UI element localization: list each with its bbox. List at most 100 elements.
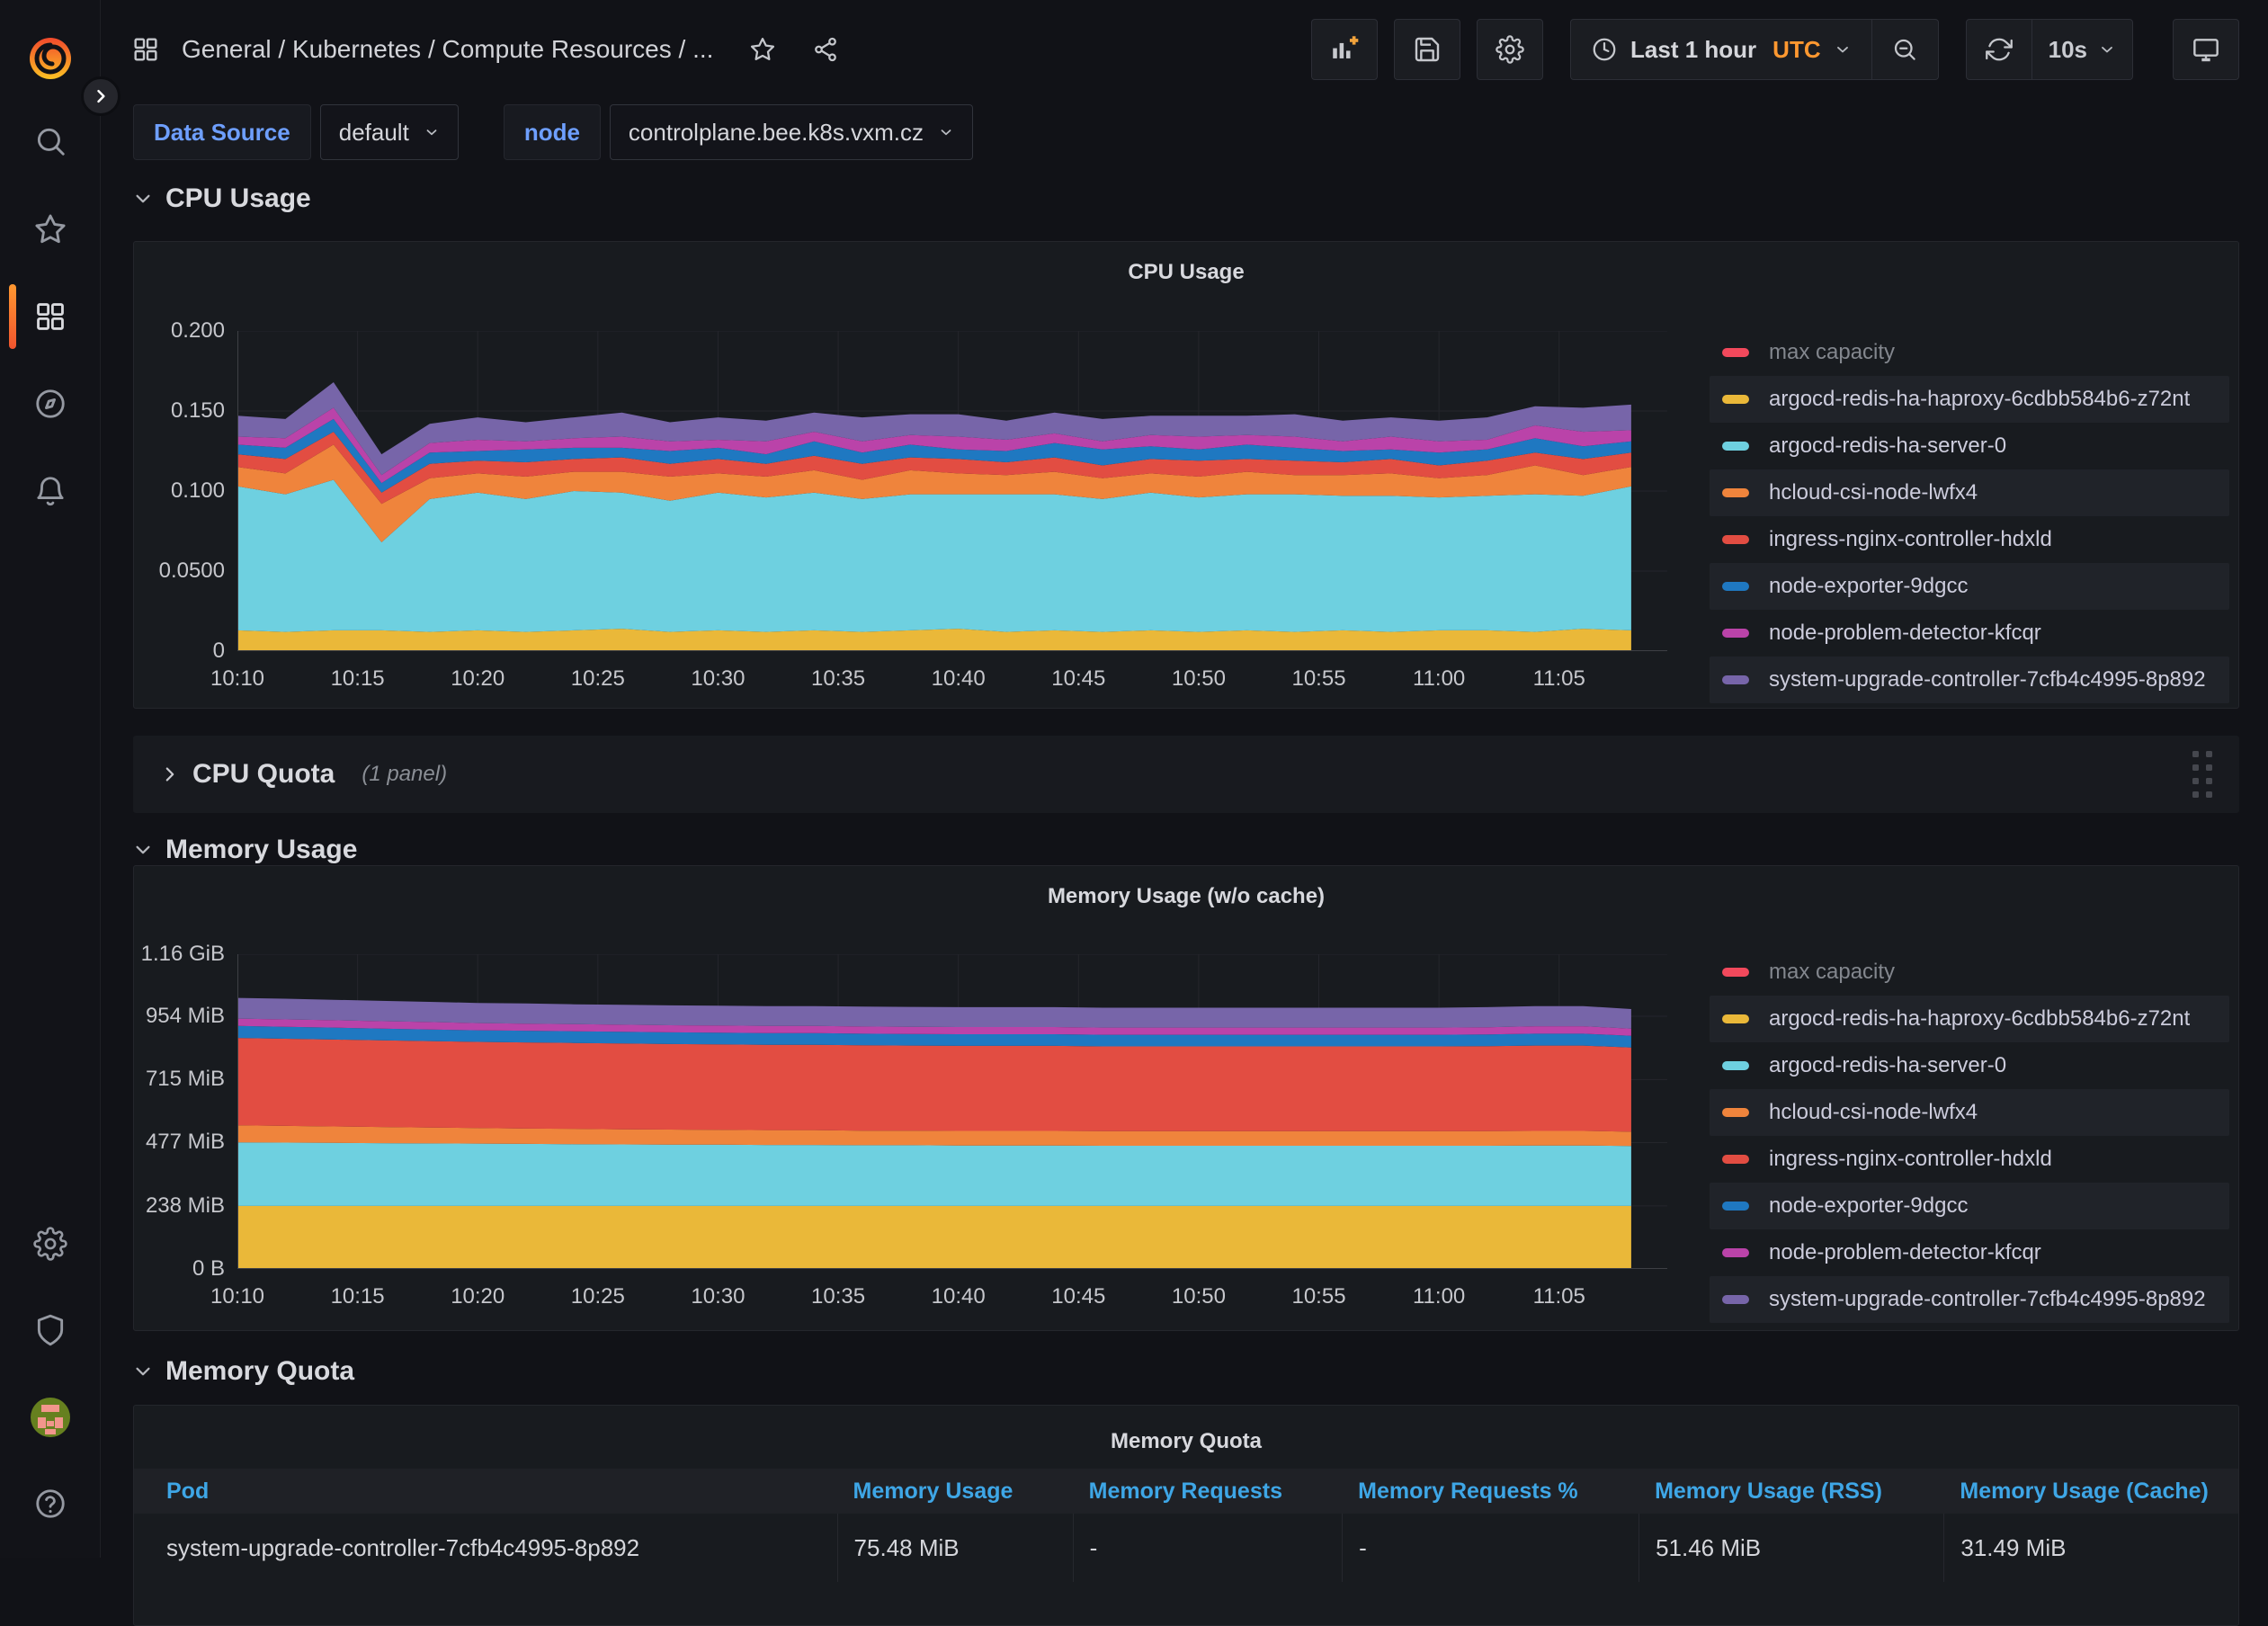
legend-swatch-icon: [1722, 675, 1749, 684]
cpu-panel-title[interactable]: CPU Usage: [134, 260, 2238, 285]
axis-x-label: 10:35: [784, 666, 892, 692]
table-header-cell[interactable]: Memory Requests %: [1342, 1469, 1638, 1514]
chevron-down-icon: [133, 840, 153, 860]
chevron-down-icon: [133, 1362, 153, 1381]
table-header-cell[interactable]: Memory Requests: [1073, 1469, 1343, 1514]
search-icon: [33, 124, 67, 158]
legend-item[interactable]: ingress-nginx-controller-hdxld: [1710, 1136, 2229, 1183]
refresh-interval-dropdown[interactable]: 10s: [2032, 19, 2133, 80]
legend-label: argocd-redis-ha-haproxy-6cdbb584b6-z72nt: [1769, 387, 2190, 412]
table-header-cell[interactable]: Memory Usage (Cache): [1943, 1469, 2238, 1514]
axis-x-label: 11:00: [1385, 1283, 1493, 1310]
table-header-cell[interactable]: Pod: [134, 1469, 837, 1514]
compass-icon: [33, 387, 67, 421]
monitor-icon: [2192, 35, 2220, 64]
memory-quota-table: PodMemory UsageMemory RequestsMemory Req…: [134, 1469, 2238, 1582]
axis-y-label: 0.200: [134, 317, 225, 344]
legend-swatch-icon: [1722, 442, 1749, 451]
legend-label: argocd-redis-ha-haproxy-6cdbb584b6-z72nt: [1769, 1006, 2190, 1032]
cpu-usage-chart[interactable]: [237, 331, 1667, 651]
legend-swatch-icon: [1722, 488, 1749, 497]
section-cpu-quota-count: (1 panel): [362, 762, 447, 787]
legend-item[interactable]: hcloud-csi-node-lwfx4: [1710, 469, 2229, 516]
axis-y-label: 0.150: [134, 398, 225, 424]
axis-y-label: 477 MiB: [134, 1129, 225, 1156]
time-range-label: Last 1 hour: [1630, 36, 1756, 64]
section-cpu-quota[interactable]: CPU Quota (1 panel): [133, 736, 2239, 813]
series-ingress-nginx-controller-hdxld: [237, 1038, 1631, 1131]
table-cell: system-upgrade-controller-7cfb4c4995-8p8…: [134, 1514, 837, 1582]
help-icon: [33, 1487, 67, 1521]
sidebar-item-starred[interactable]: [0, 195, 101, 264]
legend-item[interactable]: node-problem-detector-kfcqr: [1710, 610, 2229, 657]
node-dropdown[interactable]: controlplane.bee.k8s.vxm.cz: [610, 104, 973, 160]
sidebar-item-dashboards[interactable]: [0, 282, 101, 351]
save-dashboard-button[interactable]: [1394, 19, 1460, 80]
axis-x-label: 11:05: [1505, 666, 1613, 692]
chevron-right-icon: [160, 764, 180, 784]
share-dashboard-button[interactable]: [812, 36, 839, 63]
legend-label: system-upgrade-controller-7cfb4c4995-8p8…: [1769, 667, 2206, 692]
refresh-button[interactable]: [1966, 19, 2032, 80]
time-range-picker[interactable]: Last 1 hour UTC: [1570, 19, 1872, 80]
legend-item[interactable]: system-upgrade-controller-7cfb4c4995-8p8…: [1710, 657, 2229, 703]
legend-item[interactable]: node-problem-detector-kfcqr: [1710, 1229, 2229, 1276]
legend-item[interactable]: ingress-nginx-controller-hdxld: [1710, 516, 2229, 563]
expand-sidebar-button[interactable]: [81, 76, 121, 116]
legend-swatch-icon: [1722, 1014, 1749, 1023]
sidebar-item-profile[interactable]: [0, 1383, 101, 1452]
cycle-view-mode-button[interactable]: [2173, 19, 2239, 80]
sidebar-item-explore[interactable]: [0, 370, 101, 438]
legend-label: max capacity: [1769, 340, 1895, 365]
sidebar-item-help[interactable]: [0, 1470, 101, 1538]
legend-item[interactable]: max capacity: [1710, 329, 2229, 376]
legend-item[interactable]: system-upgrade-controller-7cfb4c4995-8p8…: [1710, 1276, 2229, 1323]
sidebar-item-server-admin[interactable]: [0, 1296, 101, 1364]
favorite-dashboard-button[interactable]: [749, 36, 776, 63]
chart-canvas: [237, 954, 1667, 1269]
chevron-down-icon: [2098, 40, 2116, 58]
sidebar-item-settings[interactable]: [0, 1210, 101, 1278]
add-panel-button[interactable]: [1311, 19, 1378, 80]
gear-icon: [33, 1227, 67, 1261]
breadcrumb[interactable]: General / Kubernetes / Compute Resources…: [182, 35, 713, 64]
timezone-label: UTC: [1772, 36, 1820, 64]
legend-item[interactable]: argocd-redis-ha-server-0: [1710, 423, 2229, 469]
zoom-out-time-button[interactable]: [1872, 19, 1939, 80]
legend-item[interactable]: argocd-redis-ha-server-0: [1710, 1042, 2229, 1089]
table-header-cell[interactable]: Memory Usage (RSS): [1638, 1469, 1943, 1514]
legend-item[interactable]: max capacity: [1710, 949, 2229, 996]
legend-item[interactable]: node-exporter-9dgcc: [1710, 1183, 2229, 1229]
dashboard-variables: Data Source default node controlplane.be…: [133, 104, 973, 160]
sidebar-item-alerting[interactable]: [0, 457, 101, 525]
section-cpu-usage[interactable]: CPU Usage: [133, 183, 311, 214]
axis-y-label: 238 MiB: [134, 1193, 225, 1220]
axis-x-label: 10:55: [1265, 1283, 1373, 1310]
table-header-row: PodMemory UsageMemory RequestsMemory Req…: [134, 1469, 2238, 1514]
drag-handle[interactable]: [2192, 751, 2212, 798]
axis-x-label: 10:50: [1145, 1283, 1253, 1310]
table-header-cell[interactable]: Memory Usage: [837, 1469, 1073, 1514]
axis-y-label: 0 B: [134, 1255, 225, 1282]
table-cell: 51.46 MiB: [1638, 1514, 1943, 1582]
memory-quota-panel: Memory Quota PodMemory UsageMemory Reque…: [133, 1405, 2239, 1626]
legend-item[interactable]: argocd-redis-ha-haproxy-6cdbb584b6-z72nt: [1710, 996, 2229, 1042]
section-memory-quota[interactable]: Memory Quota: [133, 1356, 354, 1387]
sidebar-item-search[interactable]: [0, 107, 101, 175]
dashboard-settings-button[interactable]: [1477, 19, 1543, 80]
memory-quota-title[interactable]: Memory Quota: [134, 1429, 2238, 1454]
legend-item[interactable]: hcloud-csi-node-lwfx4: [1710, 1089, 2229, 1136]
axis-y-label: 0.0500: [134, 558, 225, 585]
legend-item[interactable]: node-exporter-9dgcc: [1710, 563, 2229, 610]
sidebar: [0, 0, 101, 1558]
axis-x-label: 10:35: [784, 1283, 892, 1310]
memory-usage-chart[interactable]: [237, 954, 1667, 1269]
legend-swatch-icon: [1722, 1202, 1749, 1211]
legend-item[interactable]: argocd-redis-ha-haproxy-6cdbb584b6-z72nt: [1710, 376, 2229, 423]
section-memory-usage[interactable]: Memory Usage: [133, 835, 357, 865]
datasource-dropdown[interactable]: default: [320, 104, 459, 160]
memory-panel-title[interactable]: Memory Usage (w/o cache): [134, 884, 2238, 909]
series-argocd-redis-ha-server-0: [237, 480, 1631, 632]
legend-label: hcloud-csi-node-lwfx4: [1769, 1100, 1978, 1125]
chevron-down-icon: [133, 189, 153, 209]
